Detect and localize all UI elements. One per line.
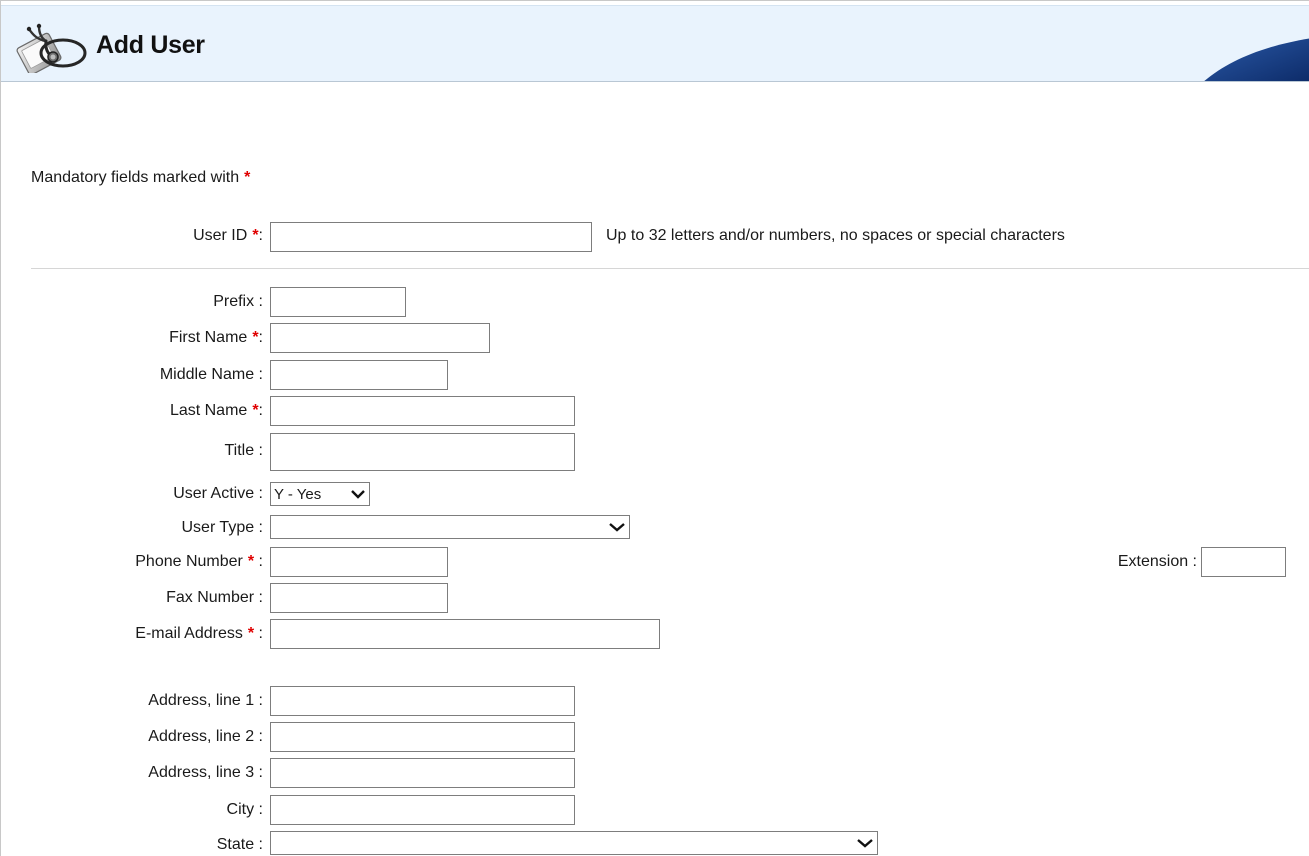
city-input[interactable] — [270, 795, 575, 825]
first-name-label: First Name — [169, 329, 248, 346]
extension-input[interactable] — [1201, 547, 1286, 577]
user-id-hint: Up to 32 letters and/or numbers, no spac… — [606, 227, 1065, 244]
user-active-value: Y - Yes — [274, 485, 322, 503]
first-name-input[interactable] — [270, 323, 490, 353]
stethoscope-clipboard-icon — [16, 23, 87, 73]
address3-input[interactable] — [270, 758, 575, 788]
state-label-group: State : — [216, 836, 263, 853]
required-star: * — [244, 169, 251, 186]
email-label-group: E-mail Address * : — [135, 625, 263, 642]
page-header: Add User — [1, 5, 1309, 82]
title-label-group: Title : — [224, 442, 263, 459]
extension-label-group: Extension : — [1117, 553, 1197, 570]
email-label: E-mail Address — [135, 625, 243, 642]
address1-label: Address, line 1 — [148, 692, 255, 709]
state-select[interactable] — [270, 831, 878, 855]
phone-number-input[interactable] — [270, 547, 448, 577]
user-type-label: User Type — [181, 519, 255, 536]
user-type-select[interactable] — [270, 515, 630, 539]
phone-number-label: Phone Number — [135, 553, 243, 570]
address3-label-group: Address, line 3 : — [148, 764, 263, 781]
chevron-down-icon — [350, 488, 366, 500]
address1-label-group: Address, line 1 : — [148, 692, 263, 709]
middle-name-label: Middle Name — [159, 366, 255, 383]
add-user-page: Add User Mandatory fields marked with * U… — [0, 0, 1309, 856]
title-label: Title — [224, 442, 255, 459]
last-name-input[interactable] — [270, 396, 575, 426]
city-label: City — [226, 801, 255, 818]
prefix-label-group: Prefix : — [213, 293, 263, 310]
fax-number-label-group: Fax Number : — [166, 589, 263, 606]
user-id-label: User ID — [193, 227, 248, 244]
page-title: Add User — [96, 31, 205, 59]
chevron-down-icon — [856, 837, 874, 849]
extension-label: Extension — [1117, 553, 1189, 570]
middle-name-label-group: Middle Name : — [159, 366, 263, 383]
chevron-down-icon — [608, 521, 626, 533]
state-label: State — [216, 836, 255, 853]
user-id-input[interactable] — [270, 222, 592, 252]
email-input[interactable] — [270, 619, 660, 649]
last-name-label: Last Name — [169, 402, 248, 419]
section-divider — [31, 268, 1309, 269]
user-active-label-group: User Active : — [173, 485, 263, 502]
address2-label-group: Address, line 2 : — [148, 728, 263, 745]
header-decoration — [1204, 38, 1309, 81]
prefix-input[interactable] — [270, 287, 406, 317]
address1-input[interactable] — [270, 686, 575, 716]
user-active-label: User Active — [173, 485, 255, 502]
last-name-label-group: Last Name *: — [169, 402, 263, 419]
prefix-label: Prefix — [213, 293, 255, 310]
user-active-select[interactable]: Y - Yes — [270, 482, 370, 506]
middle-name-input[interactable] — [270, 360, 448, 390]
city-label-group: City : — [226, 801, 263, 818]
mandatory-note: Mandatory fields marked with * — [31, 169, 250, 187]
address2-label: Address, line 2 — [148, 728, 255, 745]
phone-number-label-group: Phone Number * : — [135, 553, 263, 570]
address3-label: Address, line 3 — [148, 764, 255, 781]
first-name-label-group: First Name *: — [169, 329, 263, 346]
mandatory-note-text: Mandatory fields marked with — [31, 169, 240, 186]
title-input[interactable] — [270, 433, 575, 471]
user-id-label-group: User ID *: — [193, 227, 263, 244]
address2-input[interactable] — [270, 722, 575, 752]
user-type-label-group: User Type : — [181, 519, 263, 536]
fax-number-label: Fax Number — [166, 589, 255, 606]
fax-number-input[interactable] — [270, 583, 448, 613]
